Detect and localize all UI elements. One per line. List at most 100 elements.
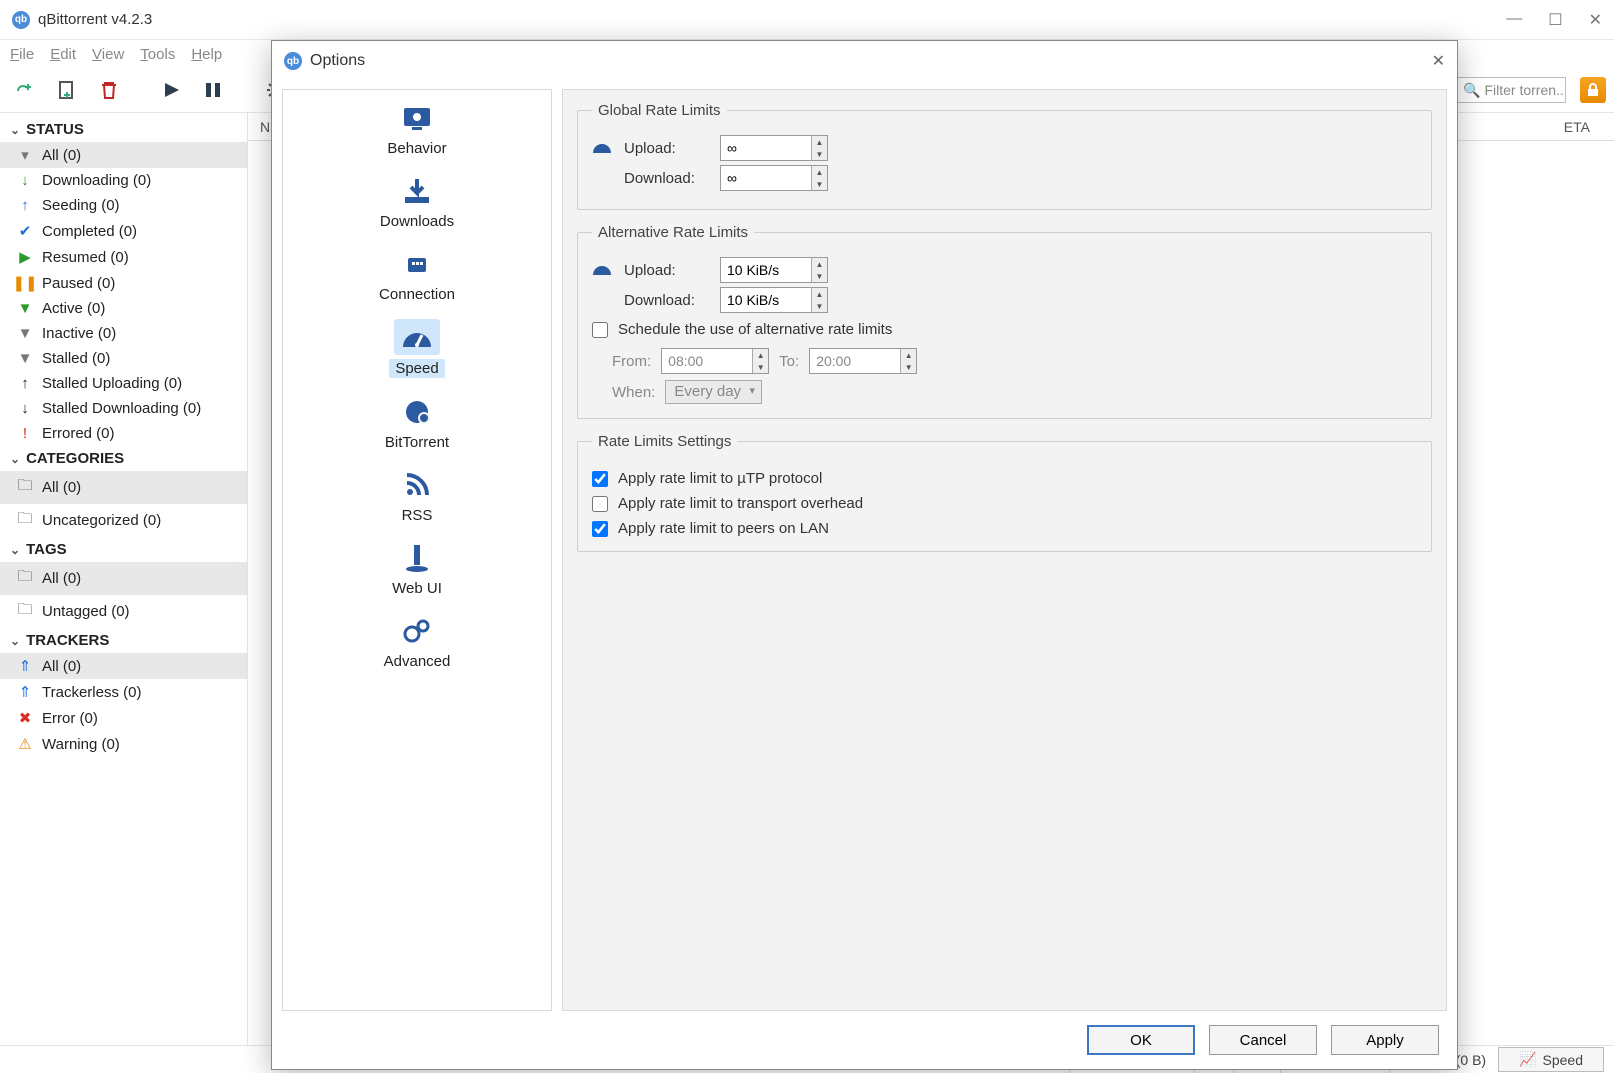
category-webui[interactable]: Web UI <box>357 536 477 603</box>
alt-download-label: Download: <box>624 292 710 309</box>
close-button[interactable]: ✕ <box>1589 10 1602 30</box>
when-label: When: <box>612 384 655 401</box>
bittorrent-icon <box>394 394 440 430</box>
global-download-input[interactable]: ▲▼ <box>720 165 828 191</box>
overhead-checkbox[interactable] <box>592 496 608 512</box>
pause-button[interactable] <box>196 73 230 107</box>
sidebar-item[interactable]: ⚠ Warning (0) <box>0 731 247 757</box>
section-status[interactable]: ⌄STATUS <box>0 117 247 142</box>
download-label: Download: <box>624 170 710 187</box>
sidebar-item-label: Seeding (0) <box>42 197 120 214</box>
sidebar-item-label: Stalled Uploading (0) <box>42 375 182 392</box>
lock-icon[interactable] <box>1580 77 1606 103</box>
app-icon: qb <box>12 11 30 29</box>
sidebar-item[interactable]: ↓Downloading (0) <box>0 168 247 193</box>
upload-label: Upload: <box>624 140 710 157</box>
alt-upload-label: Upload: <box>624 262 710 279</box>
sidebar-item[interactable]: ✖Error (0) <box>0 705 247 731</box>
delete-button[interactable] <box>92 73 126 107</box>
sidebar-item[interactable]: ❚❚Paused (0) <box>0 270 247 296</box>
cancel-button[interactable]: Cancel <box>1209 1025 1317 1055</box>
sidebar-item[interactable]: 🗀Untagged (0) <box>0 595 247 628</box>
sidebar-item[interactable]: ↑ Seeding (0) <box>0 193 247 218</box>
sidebar-item-label: Active (0) <box>42 300 105 317</box>
sidebar-item[interactable]: ▼Active (0) <box>0 296 247 321</box>
sidebar-item-label: All (0) <box>42 570 81 587</box>
category-downloads[interactable]: Downloads <box>357 169 477 236</box>
sidebar-item[interactable]: ▾All (0) <box>0 142 247 168</box>
col-eta[interactable]: ETA <box>1564 119 1602 135</box>
sidebar-item[interactable]: 🗀Uncategorized (0) <box>0 504 247 537</box>
col-first[interactable]: N <box>260 119 270 135</box>
lan-checkbox[interactable] <box>592 521 608 537</box>
minimize-button[interactable]: — <box>1506 10 1522 30</box>
sidebar-item[interactable]: ↓Stalled Downloading (0) <box>0 396 247 421</box>
sidebar-item-label: Errored (0) <box>42 425 115 442</box>
spin-down-icon[interactable]: ▼ <box>812 148 827 160</box>
overhead-label: Apply rate limit to transport overhead <box>618 495 863 512</box>
status-icon: ✖ <box>16 709 34 727</box>
sidebar-item-label: Downloading (0) <box>42 172 151 189</box>
category-behavior[interactable]: Behavior <box>357 96 477 163</box>
sidebar-item[interactable]: !Errored (0) <box>0 421 247 446</box>
speed-panel: Global Rate Limits Upload: ▲▼ Download: <box>562 89 1447 1011</box>
sidebar-item[interactable]: ⇑Trackerless (0) <box>0 679 247 705</box>
sidebar-item[interactable]: ⇑All (0) <box>0 653 247 679</box>
sidebar-item[interactable]: ✔Completed (0) <box>0 218 247 244</box>
dialog-close-button[interactable]: ✕ <box>1432 51 1445 71</box>
section-categories[interactable]: ⌄CATEGORIES <box>0 446 247 471</box>
menu-edit[interactable]: Edit <box>50 46 76 63</box>
alt-upload-input[interactable]: ▲▼ <box>720 257 828 283</box>
resume-button[interactable] <box>154 73 188 107</box>
options-dialog: qb Options ✕ Behavior Downloads Connecti… <box>271 40 1458 1070</box>
sidebar-item[interactable]: 🗀All (0) <box>0 562 247 595</box>
sidebar: ⌄STATUS▾All (0)↓Downloading (0) ↑ Seeding … <box>0 113 248 1045</box>
speed-tab-button[interactable]: 📈 Speed <box>1498 1047 1604 1072</box>
sidebar-item[interactable]: 🗀All (0) <box>0 471 247 504</box>
search-box[interactable]: 🔍 Filter torren... <box>1456 77 1566 103</box>
apply-button[interactable]: Apply <box>1331 1025 1439 1055</box>
alt-download-input[interactable]: ▲▼ <box>720 287 828 313</box>
category-label: Connection <box>379 286 455 303</box>
from-label: From: <box>612 353 651 370</box>
menu-help[interactable]: Help <box>191 46 222 63</box>
menu-file[interactable]: File <box>10 46 34 63</box>
sidebar-item[interactable]: ▼Inactive (0) <box>0 321 247 346</box>
to-time-input: ▲▼ <box>809 348 917 374</box>
category-advanced[interactable]: Advanced <box>357 609 477 676</box>
gauge-icon <box>592 263 614 277</box>
category-speed[interactable]: Speed <box>357 315 477 384</box>
add-file-button[interactable] <box>50 73 84 107</box>
section-tags[interactable]: ⌄TAGS <box>0 537 247 562</box>
spin-up-icon[interactable]: ▲ <box>812 136 827 148</box>
sidebar-item-label: All (0) <box>42 147 81 164</box>
schedule-checkbox[interactable] <box>592 322 608 338</box>
maximize-button[interactable]: ☐ <box>1548 10 1562 30</box>
sidebar-item[interactable]: ▼Stalled (0) <box>0 346 247 371</box>
category-connection[interactable]: Connection <box>357 242 477 309</box>
status-icon: ↑ <box>16 375 34 392</box>
sidebar-item-label: Paused (0) <box>42 275 115 292</box>
schedule-label: Schedule the use of alternative rate lim… <box>618 321 892 338</box>
alt-legend: Alternative Rate Limits <box>592 224 754 241</box>
status-icon: ⚠ <box>16 735 34 753</box>
status-icon: ↑ <box>16 197 34 214</box>
category-rss[interactable]: RSS <box>357 463 477 530</box>
category-label: RSS <box>402 507 433 524</box>
ok-button[interactable]: OK <box>1087 1025 1195 1055</box>
add-link-button[interactable] <box>8 73 42 107</box>
menu-view[interactable]: View <box>92 46 124 63</box>
menu-tools[interactable]: Tools <box>140 46 175 63</box>
status-icon: 🗀 <box>16 508 34 533</box>
status-icon: ⇑ <box>16 657 34 675</box>
utp-checkbox[interactable] <box>592 471 608 487</box>
global-upload-input[interactable]: ▲▼ <box>720 135 828 161</box>
section-trackers[interactable]: ⌄TRACKERS <box>0 628 247 653</box>
webui-icon <box>394 540 440 576</box>
lan-label: Apply rate limit to peers on LAN <box>618 520 829 537</box>
sidebar-item[interactable]: ↑ Stalled Uploading (0) <box>0 371 247 396</box>
sidebar-item-label: Warning (0) <box>42 736 120 753</box>
category-bittorrent[interactable]: BitTorrent <box>357 390 477 457</box>
category-label: Behavior <box>387 140 446 157</box>
sidebar-item[interactable]: ▶Resumed (0) <box>0 244 247 270</box>
